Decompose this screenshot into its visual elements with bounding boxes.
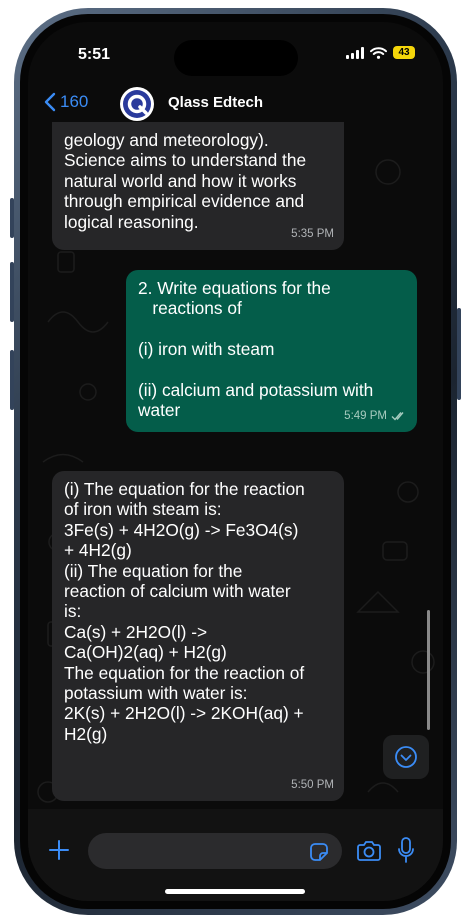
home-indicator[interactable] (165, 889, 305, 894)
wifi-icon (370, 46, 387, 59)
message-bubble-incoming[interactable]: geology and meteorology). Science aims t… (52, 122, 344, 250)
message-bubble-outgoing[interactable]: 2. Write equations for the reactions of … (126, 270, 417, 432)
chat-header: 160 Qlass Edtech (28, 84, 443, 124)
microphone-button[interactable] (394, 835, 418, 865)
camera-button[interactable] (354, 837, 384, 865)
message-text: geology and meteorology). Science aims t… (64, 130, 307, 232)
qlass-logo-icon (123, 90, 151, 118)
message-bubble-incoming[interactable]: (i) The equation for the reaction of iro… (52, 471, 344, 801)
cellular-signal-icon (346, 46, 364, 59)
unread-count: 160 (60, 92, 89, 111)
message-input[interactable] (88, 833, 342, 869)
plus-icon (49, 840, 69, 860)
volume-down-button-2 (10, 350, 14, 410)
dynamic-island (174, 40, 298, 76)
message-time: 5:49 PM (344, 406, 407, 426)
read-receipt-icon (391, 411, 404, 421)
status-time: 5:51 (78, 46, 111, 63)
message-text: 2. Write equations for the reactions of … (138, 278, 374, 421)
sticker-button[interactable] (306, 839, 332, 865)
avatar[interactable] (120, 87, 154, 121)
back-button[interactable]: 160 (44, 92, 88, 112)
scrollbar-thumb[interactable] (427, 610, 430, 730)
message-input-bar (28, 809, 443, 901)
sticker-icon (310, 843, 328, 861)
volume-down-button (10, 262, 14, 322)
camera-icon (357, 841, 381, 861)
power-button (457, 308, 461, 400)
microphone-icon (398, 837, 414, 863)
scroll-to-bottom-button[interactable] (383, 735, 429, 779)
attach-button[interactable] (46, 837, 72, 863)
message-time: 5:50 PM (291, 778, 334, 791)
chevron-down-circle-icon (395, 746, 417, 768)
status-indicators: 43 (346, 46, 415, 59)
message-text: (i) The equation for the reaction of iro… (64, 479, 305, 744)
chat-title[interactable]: Qlass Edtech (168, 94, 263, 111)
volume-up-button (10, 198, 14, 238)
message-time: 5:35 PM (291, 227, 334, 240)
battery-icon: 43 (393, 46, 415, 59)
chevron-left-icon (44, 92, 56, 112)
chat-screen: 5:51 43 geology and meteorology). Scienc… (28, 22, 443, 901)
